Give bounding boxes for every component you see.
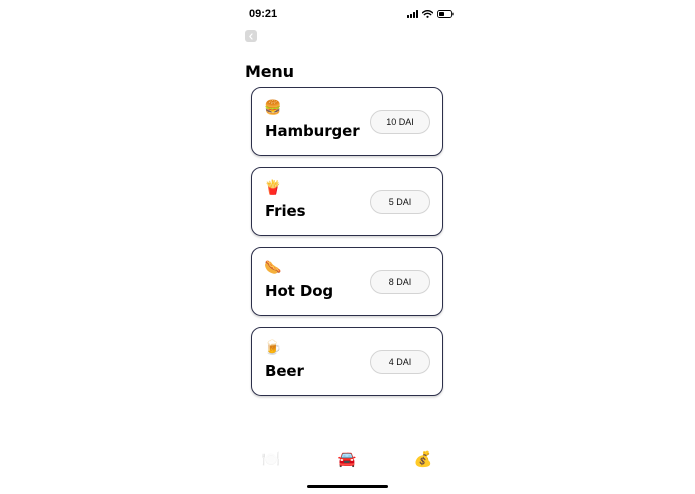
car-icon: 🚘 xyxy=(337,451,357,468)
fries-icon: 🍟 xyxy=(264,179,282,195)
status-bar: 09:21 xyxy=(236,0,458,30)
price-button[interactable]: 5 DAI xyxy=(370,190,430,214)
menu-item-name: Hamburger xyxy=(265,122,360,140)
page-title: Menu xyxy=(245,62,294,81)
cellular-signal-icon xyxy=(407,10,418,18)
menu-item-name: Hot Dog xyxy=(265,282,334,300)
menu-item-name: Fries xyxy=(265,202,306,220)
tab-bar: 🍽️ 🚘 💰 xyxy=(236,448,458,472)
menu-item-beer[interactable]: 🍺 Beer 4 DAI xyxy=(251,327,443,396)
phone-screen: 09:21 Menu 🍔 Hamburger 10 DAI 🍟 Fries 5 … xyxy=(236,0,458,494)
back-button[interactable] xyxy=(245,30,257,42)
menu-item-name: Beer xyxy=(265,362,304,380)
status-time: 09:21 xyxy=(249,8,278,20)
wifi-icon xyxy=(422,10,433,18)
plate-cutlery-icon: 🍽️ xyxy=(261,451,281,468)
chevron-left-icon xyxy=(249,32,253,40)
money-bag-icon: 💰 xyxy=(413,451,433,468)
price-button[interactable]: 8 DAI xyxy=(370,270,430,294)
tab-delivery[interactable]: 🚘 xyxy=(335,448,359,470)
menu-item-hamburger[interactable]: 🍔 Hamburger 10 DAI xyxy=(251,87,443,156)
menu-item-hot-dog[interactable]: 🌭 Hot Dog 8 DAI xyxy=(251,247,443,316)
hot-dog-icon: 🌭 xyxy=(264,259,282,275)
tab-menu[interactable]: 🍽️ xyxy=(259,448,283,470)
hamburger-icon: 🍔 xyxy=(264,99,282,115)
battery-icon xyxy=(437,10,454,18)
price-button[interactable]: 10 DAI xyxy=(370,110,430,134)
status-icons xyxy=(407,9,454,19)
tab-wallet[interactable]: 💰 xyxy=(411,448,435,470)
menu-item-fries[interactable]: 🍟 Fries 5 DAI xyxy=(251,167,443,236)
price-button[interactable]: 4 DAI xyxy=(370,350,430,374)
beer-icon: 🍺 xyxy=(264,339,282,355)
home-indicator[interactable] xyxy=(307,485,388,488)
